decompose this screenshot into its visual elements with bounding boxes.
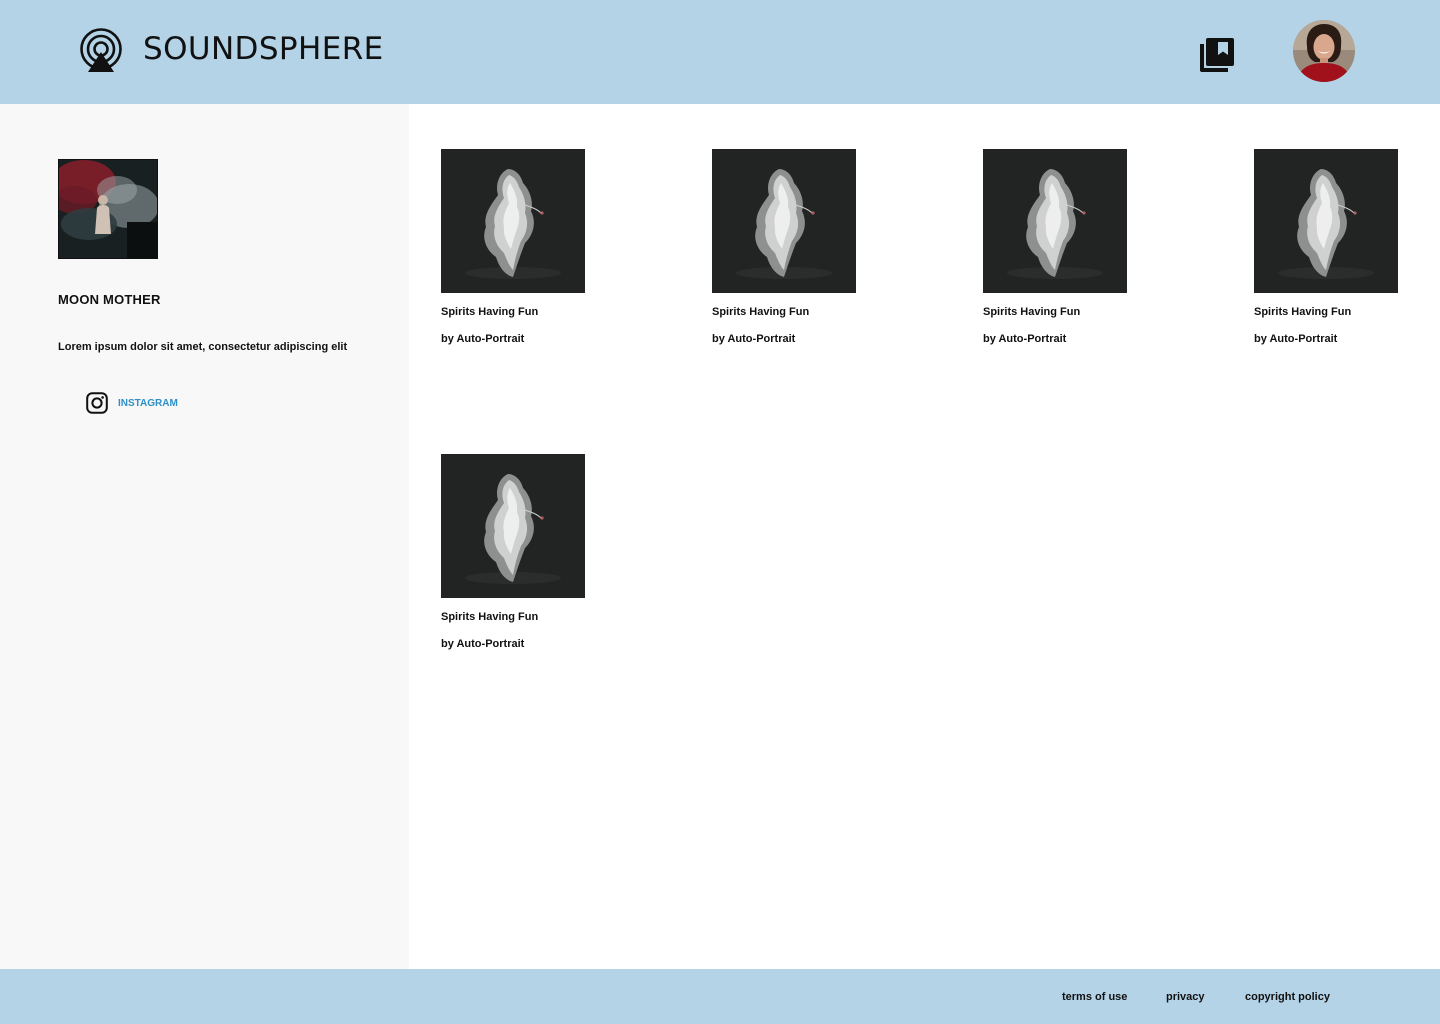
album-card[interactable]: Spirits Having Fun by Auto-Portrait: [1254, 149, 1404, 347]
album-cover: [1254, 149, 1398, 293]
privacy-link[interactable]: privacy: [1166, 991, 1205, 1003]
artist-sidebar: MOON MOTHER Lorem ipsum dolor sit amet, …: [0, 104, 409, 969]
album-cover: [441, 454, 585, 598]
copyright-policy-link[interactable]: copyright policy: [1245, 991, 1330, 1003]
album-title: Spirits Having Fun: [441, 611, 539, 623]
artist-bio: Lorem ipsum dolor sit amet, consectetur …: [58, 341, 348, 353]
avatar-image: [1293, 20, 1355, 82]
artist-photo: [58, 159, 158, 259]
library-collections-icon[interactable]: [1198, 36, 1236, 74]
album-title: Spirits Having Fun: [1254, 306, 1352, 318]
top-header: SOUNDSPHERE: [0, 0, 1440, 104]
album-card[interactable]: Spirits Having Fun by Auto-Portrait: [441, 454, 591, 652]
album-card[interactable]: Spirits Having Fun by Auto-Portrait: [441, 149, 591, 347]
artist-name: MOON MOTHER: [58, 292, 161, 307]
page-footer: terms of use privacy copyright policy: [0, 969, 1440, 1024]
album-artist: by Auto-Portrait: [1254, 333, 1338, 345]
instagram-icon: [86, 392, 108, 414]
broadcast-tower-icon[interactable]: [78, 28, 124, 74]
user-avatar[interactable]: [1293, 20, 1355, 82]
album-cover: [712, 149, 856, 293]
brand-name[interactable]: SOUNDSPHERE: [143, 31, 384, 67]
album-card[interactable]: Spirits Having Fun by Auto-Portrait: [983, 149, 1133, 347]
album-title: Spirits Having Fun: [712, 306, 810, 318]
album-artist: by Auto-Portrait: [441, 638, 525, 650]
album-artist: by Auto-Portrait: [983, 333, 1067, 345]
instagram-label: INSTAGRAM: [118, 397, 178, 409]
album-artist: by Auto-Portrait: [441, 333, 525, 345]
album-title: Spirits Having Fun: [441, 306, 539, 318]
album-title: Spirits Having Fun: [983, 306, 1081, 318]
album-card[interactable]: Spirits Having Fun by Auto-Portrait: [712, 149, 862, 347]
instagram-link[interactable]: INSTAGRAM: [86, 392, 178, 414]
terms-of-use-link[interactable]: terms of use: [1062, 991, 1127, 1003]
album-artist: by Auto-Portrait: [712, 333, 796, 345]
album-cover: [983, 149, 1127, 293]
album-cover: [441, 149, 585, 293]
